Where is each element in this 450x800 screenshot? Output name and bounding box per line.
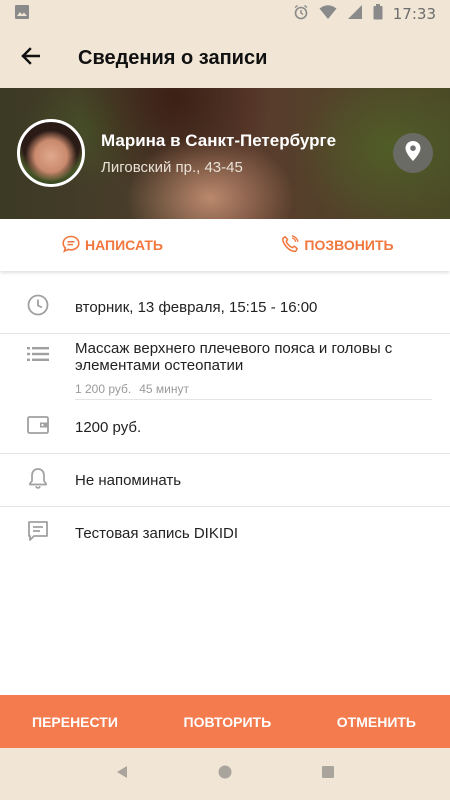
venue-header: Марина в Санкт-Петербурге Лиговский пр.,… [0, 88, 450, 219]
datetime-text: вторник, 13 февраля, 15:15 - 16:00 [75, 298, 318, 316]
repeat-button[interactable]: ПОВТОРИТЬ [184, 714, 272, 730]
comment-text: Тестовая запись DIKIDI [75, 525, 239, 542]
venue-address: Лиговский пр., 43-45 [101, 159, 243, 176]
reschedule-button[interactable]: ПЕРЕНЕСТИ [32, 714, 118, 730]
back-button[interactable] [0, 28, 60, 88]
battery-icon [373, 3, 383, 25]
signal-icon [347, 4, 363, 25]
service-price: 1 200 руб. [75, 382, 132, 396]
bottom-action-bar: ПЕРЕНЕСТИ ПОВТОРИТЬ ОТМЕНИТЬ [0, 695, 450, 748]
wifi-icon [319, 4, 337, 25]
call-button[interactable]: ПОЗВОНИТЬ [225, 219, 450, 271]
nav-back-icon[interactable] [114, 764, 130, 785]
service-duration: 45 минут [139, 382, 190, 396]
clock-icon [27, 294, 49, 321]
nav-recents-icon[interactable] [320, 764, 336, 785]
arrow-left-icon [20, 46, 41, 71]
write-button[interactable]: НАПИСАТЬ [0, 219, 225, 271]
venue-name[interactable]: Марина в Санкт-Петербурге [101, 131, 336, 151]
comment-icon [27, 520, 49, 547]
avatar[interactable] [17, 119, 85, 187]
page-title: Сведения о записи [78, 46, 268, 69]
nav-home-icon[interactable] [217, 764, 233, 785]
reminder-text: Не напоминать [75, 472, 182, 489]
system-nav-bar [0, 748, 450, 800]
alarm-icon [293, 4, 309, 25]
phone-icon [281, 234, 300, 256]
bell-icon [28, 467, 48, 494]
contact-actions: НАПИСАТЬ ПОЗВОНИТЬ [0, 219, 450, 271]
status-time: 17:33 [392, 5, 436, 23]
chat-icon [62, 235, 80, 256]
total-price: 1200 руб. [75, 418, 142, 436]
appointment-details: вторник, 13 февраля, 15:15 - 16:00 Масса… [0, 280, 450, 560]
call-label: ПОЗВОНИТЬ [304, 237, 394, 253]
detail-comment: Тестовая запись DIKIDI [0, 507, 450, 560]
image-icon [14, 4, 30, 25]
wallet-icon [26, 415, 49, 439]
status-bar: 17:33 [0, 0, 450, 28]
app-bar: Сведения о записи [0, 28, 450, 88]
detail-total: 1200 руб. [0, 400, 450, 454]
cancel-button[interactable]: ОТМЕНИТЬ [337, 714, 416, 730]
location-button[interactable] [393, 133, 433, 173]
list-icon [26, 346, 49, 367]
service-title: Массаж верхнего плечевого пояса и головы… [75, 340, 393, 374]
detail-datetime: вторник, 13 февраля, 15:15 - 16:00 [0, 280, 450, 334]
detail-service: Массаж верхнего плечевого пояса и головы… [0, 334, 450, 400]
detail-reminder[interactable]: Не напоминать [0, 454, 450, 507]
map-pin-icon [404, 140, 422, 167]
write-label: НАПИСАТЬ [85, 237, 163, 253]
